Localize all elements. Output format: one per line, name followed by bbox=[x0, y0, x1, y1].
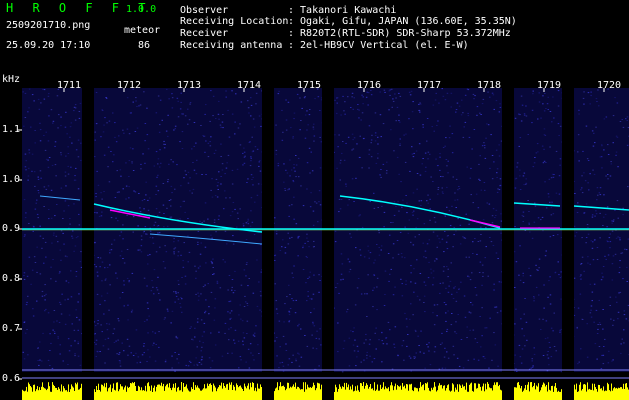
antenna-key: Receiving antenna bbox=[180, 40, 283, 51]
x-label-1717: 1717 bbox=[417, 80, 442, 91]
spectrogram-canvas bbox=[18, 88, 629, 400]
datetime-label: 25.09.20 17:10 bbox=[6, 40, 91, 51]
y-label-0-6: 0.6 bbox=[2, 373, 21, 384]
version-label: 1.0.0 bbox=[126, 4, 157, 15]
x-label-1714: 1714 bbox=[237, 80, 262, 91]
x-label-1712: 1712 bbox=[117, 80, 142, 91]
y-label-1-1: 1.1 bbox=[2, 124, 21, 135]
level-bars bbox=[22, 382, 629, 400]
y-label-1-0: 1.0 bbox=[2, 174, 21, 185]
y-label-0-8: 0.8 bbox=[2, 273, 21, 284]
x-label-1720: 1720 bbox=[597, 80, 622, 91]
y-label-0-9: 0.9 bbox=[2, 223, 21, 234]
hrofft-window: H R O F F T 1.0.0 2509201710.png meteor … bbox=[0, 0, 629, 400]
location-value: : Ogaki, Gifu, JAPAN (136.60E, 35.35N) bbox=[288, 16, 517, 27]
x-label-1711: 1711 bbox=[57, 80, 82, 91]
antenna-value: : 2el-HB9CV Vertical (el. E-W) bbox=[288, 40, 469, 51]
y-label-0-7: 0.7 bbox=[2, 323, 21, 334]
mode-label: meteor bbox=[124, 25, 161, 36]
location-key: Receiving Location bbox=[180, 16, 289, 27]
x-label-1716: 1716 bbox=[357, 80, 382, 91]
count-label: 86 bbox=[138, 40, 151, 51]
x-label-1718: 1718 bbox=[477, 80, 502, 91]
filename-label: 2509201710.png bbox=[6, 20, 91, 31]
x-label-1719: 1719 bbox=[537, 80, 562, 91]
receiver-key: Receiver bbox=[180, 28, 229, 39]
x-label-1715: 1715 bbox=[297, 80, 322, 91]
receiver-value: : R820T2(RTL-SDR) SDR-Sharp 53.372MHz bbox=[288, 28, 511, 39]
y-axis-unit: kHz bbox=[2, 74, 21, 85]
x-label-1713: 1713 bbox=[177, 80, 202, 91]
